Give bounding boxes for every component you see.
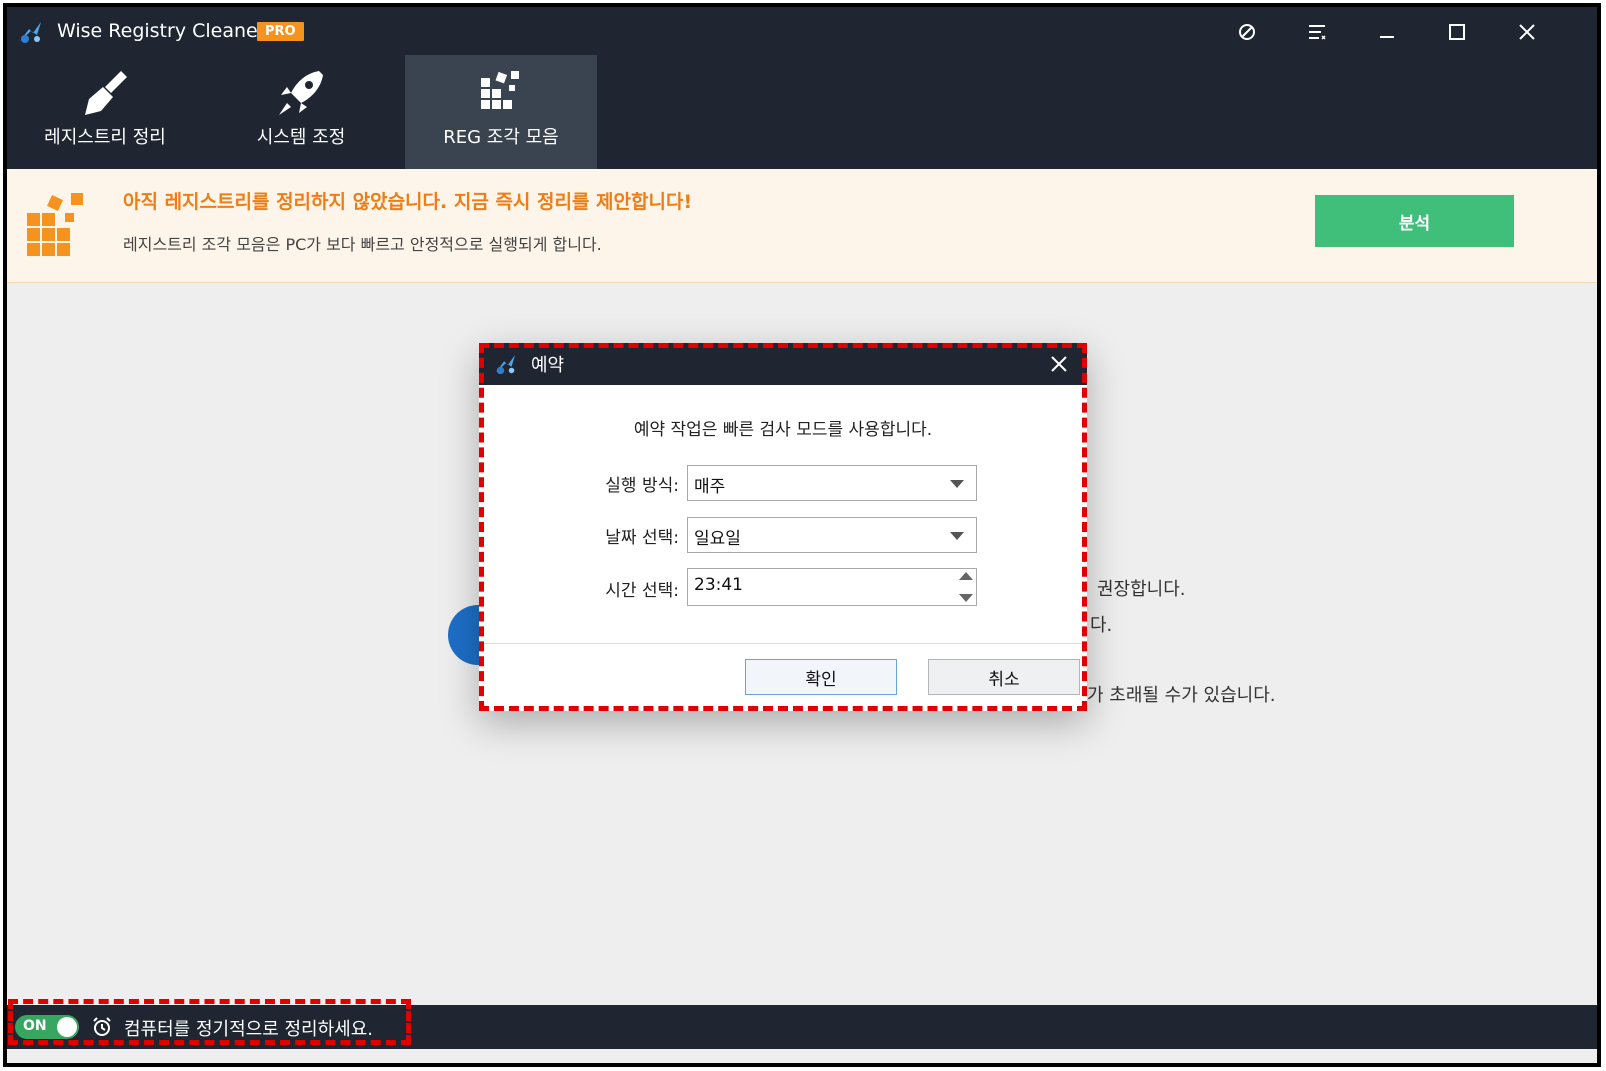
banner-title: 아직 레지스트리를 정리하지 않았습니다. 지금 즉시 정리를 제안합니다! [123,191,693,213]
dialog-divider [479,643,1087,644]
chevron-down-icon [950,532,964,540]
dialog-title: 예약 [531,355,565,376]
run-mode-select[interactable]: 매주 [687,465,977,501]
rocket-icon [279,71,323,115]
run-mode-label: 실행 방식: [605,476,679,496]
title-bar: Wise Registry Cleaner X PRO 레지스트리 정리 시스템… [7,7,1597,169]
spin-down-icon[interactable] [959,594,973,602]
minimize-button[interactable] [1367,15,1407,49]
dialog-close-button[interactable] [1045,350,1073,378]
maximize-icon [1449,24,1465,40]
cancel-button[interactable]: 취소 [928,659,1080,695]
time-value: 23:41 [694,575,743,595]
theme-icon [1239,24,1255,40]
close-button[interactable] [1507,15,1547,49]
tab-label: 레지스트리 정리 [44,127,166,148]
menu-button[interactable] [1297,15,1337,49]
ok-button[interactable]: 확인 [745,659,897,695]
status-bar: ON 컴퓨터를 정기적으로 정리하세요. [7,1005,1597,1049]
defrag-blocks-icon [27,193,83,256]
tab-label: REG 조각 모음 [443,127,559,148]
tab-system-tune[interactable]: 시스템 조정 [203,55,399,169]
app-logo-icon [20,22,41,43]
tab-reg-defrag[interactable]: REG 조각 모음 [405,55,597,169]
bg-text-line: 권장합니다. [1097,579,1186,600]
spin-up-icon[interactable] [959,572,973,580]
alarm-clock-icon[interactable] [91,1016,113,1038]
bg-text-line: 가 초래될 수가 있습니다. [1087,685,1276,706]
theme-button[interactable] [1227,15,1267,49]
defrag-blocks-icon [481,71,519,109]
banner-subtitle: 레지스트리 조각 모음은 PC가 보다 빠르고 안정적으로 실행되게 합니다. [123,235,602,254]
date-value: 일요일 [694,529,741,549]
minimize-icon [1380,36,1394,38]
date-select[interactable]: 일요일 [687,517,977,553]
status-banner: 아직 레지스트리를 정리하지 않았습니다. 지금 즉시 정리를 제안합니다! 레… [7,169,1597,283]
footer-schedule-text[interactable]: 컴퓨터를 정기적으로 정리하세요. [124,1015,373,1041]
time-spinner[interactable]: 23:41 [687,568,977,606]
analyze-button[interactable]: 분석 [1315,195,1514,247]
pro-badge: PRO [257,22,304,41]
broom-icon [85,71,127,115]
chevron-down-icon [950,480,964,488]
dialog-title-bar: 예약 [479,343,1087,385]
schedule-dialog: 예약 예약 작업은 빠른 검사 모드를 사용합니다. 실행 방식: 매주 날짜 … [479,343,1087,711]
app-window: Wise Registry Cleaner X PRO 레지스트리 정리 시스템… [3,3,1601,1067]
close-icon [1519,24,1535,40]
menu-icon [1309,25,1326,40]
date-label: 날짜 선택: [605,528,679,548]
app-logo-icon [495,354,516,375]
maximize-button[interactable] [1437,15,1477,49]
app-title: Wise Registry Cleaner X [57,20,285,42]
tab-registry-clean[interactable]: 레지스트리 정리 [7,55,203,169]
schedule-toggle[interactable]: ON [15,1015,79,1039]
toggle-knob [57,1017,77,1037]
time-label: 시간 선택: [605,581,679,601]
close-icon [1051,356,1067,372]
tab-label: 시스템 조정 [256,127,346,148]
dialog-message: 예약 작업은 빠른 검사 모드를 사용합니다. [633,420,933,440]
bg-text-line: 다. [1090,615,1113,636]
run-mode-value: 매주 [694,477,726,497]
toggle-label: ON [23,1018,47,1034]
